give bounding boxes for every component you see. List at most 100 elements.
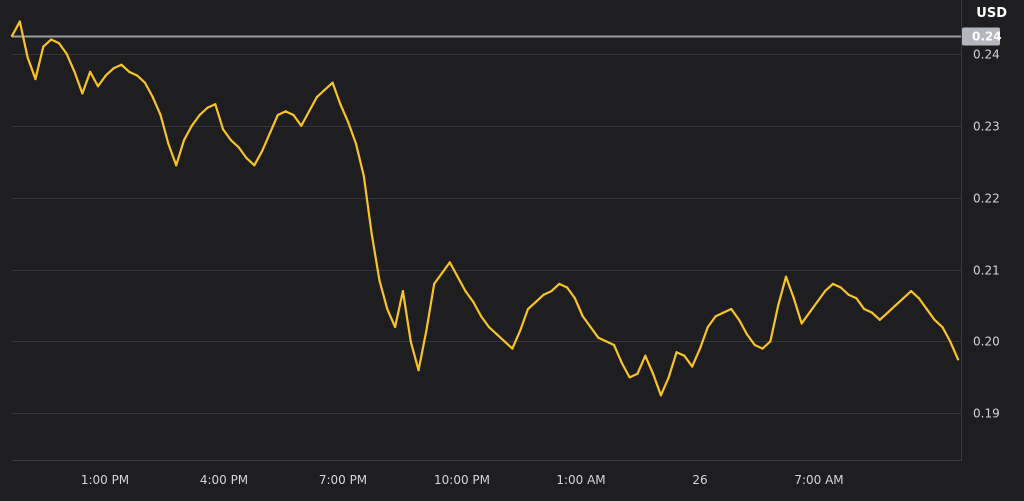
price-point bbox=[26, 56, 29, 59]
price-point bbox=[691, 365, 694, 368]
price-point bbox=[10, 34, 14, 38]
price-point bbox=[667, 376, 670, 379]
price-point bbox=[401, 289, 405, 293]
price-point bbox=[120, 63, 123, 66]
price-point bbox=[675, 351, 678, 354]
price-point bbox=[464, 289, 467, 293]
price-point bbox=[57, 42, 61, 45]
price-point bbox=[34, 77, 37, 81]
price-point bbox=[816, 300, 819, 303]
price-point bbox=[182, 139, 186, 142]
price-point bbox=[565, 286, 569, 289]
price-point bbox=[237, 146, 240, 149]
price-point bbox=[847, 293, 850, 296]
price-point bbox=[730, 307, 733, 311]
y-tick-label: 0.24 bbox=[973, 48, 1000, 62]
price-point bbox=[511, 347, 514, 350]
price-point bbox=[112, 67, 115, 70]
price-point bbox=[526, 307, 530, 311]
price-point bbox=[863, 307, 866, 311]
price-point bbox=[448, 261, 451, 264]
price-point bbox=[855, 297, 858, 300]
price-point bbox=[659, 394, 663, 397]
price-point bbox=[777, 304, 780, 307]
price-point bbox=[300, 124, 303, 127]
price-point bbox=[636, 372, 639, 375]
price-point bbox=[221, 128, 225, 131]
price-point bbox=[198, 113, 201, 117]
price-point bbox=[831, 282, 835, 286]
price-point bbox=[683, 354, 686, 357]
price-point bbox=[135, 74, 139, 77]
price-point bbox=[612, 343, 616, 347]
price-point bbox=[605, 340, 608, 343]
x-tick-label: 4:00 PM bbox=[200, 473, 248, 487]
price-point bbox=[206, 106, 209, 109]
price-point bbox=[886, 311, 889, 314]
price-point bbox=[949, 340, 952, 343]
price-point bbox=[159, 113, 162, 117]
price-point bbox=[253, 164, 256, 167]
price-point bbox=[925, 307, 928, 311]
price-point bbox=[878, 318, 881, 321]
price-point bbox=[597, 336, 600, 339]
x-tick-label: 1:00 AM bbox=[556, 473, 605, 487]
price-point bbox=[769, 340, 772, 343]
price-point bbox=[276, 113, 279, 117]
price-point bbox=[18, 20, 21, 23]
price-point bbox=[573, 297, 577, 300]
price-point bbox=[409, 340, 412, 343]
price-point bbox=[761, 347, 764, 350]
y-tick-label: 0.20 bbox=[973, 335, 1000, 349]
price-point bbox=[354, 142, 358, 145]
price-point bbox=[214, 103, 217, 106]
price-point bbox=[479, 315, 483, 318]
price-point bbox=[698, 347, 702, 350]
price-point bbox=[229, 139, 233, 142]
price-point bbox=[378, 279, 381, 282]
price-point bbox=[714, 315, 717, 318]
price-point bbox=[175, 164, 178, 167]
price-point bbox=[315, 95, 319, 99]
price-point bbox=[245, 157, 248, 160]
price-point bbox=[73, 70, 76, 73]
price-point bbox=[808, 311, 811, 314]
price-point bbox=[956, 358, 960, 361]
price-point bbox=[472, 300, 475, 303]
price-point bbox=[941, 325, 944, 329]
price-point bbox=[323, 88, 326, 91]
price-point bbox=[89, 70, 92, 73]
price-point bbox=[307, 110, 311, 113]
price-point bbox=[503, 340, 506, 343]
price-point bbox=[558, 282, 561, 286]
price-point bbox=[143, 81, 147, 84]
price-point bbox=[42, 45, 45, 48]
price-point bbox=[839, 286, 842, 289]
price-point bbox=[651, 372, 655, 375]
price-point bbox=[292, 113, 295, 117]
current-price-tag-label: 0.24 bbox=[972, 30, 1002, 44]
price-point bbox=[261, 149, 264, 153]
price-point bbox=[284, 110, 287, 113]
price-point bbox=[909, 289, 913, 293]
price-point bbox=[167, 142, 170, 145]
price-point bbox=[644, 354, 647, 357]
y-tick-label: 0.22 bbox=[973, 192, 1000, 206]
price-point bbox=[620, 361, 623, 365]
price-point bbox=[784, 275, 788, 278]
price-point bbox=[581, 315, 584, 318]
price-point bbox=[393, 325, 397, 329]
price-point bbox=[823, 289, 827, 293]
x-tick-label: 26 bbox=[692, 473, 707, 487]
price-point bbox=[933, 318, 936, 321]
price-point bbox=[706, 325, 709, 329]
price-point bbox=[792, 297, 795, 300]
price-point bbox=[49, 38, 53, 41]
price-point bbox=[870, 311, 874, 314]
price-point bbox=[65, 52, 68, 56]
price-point bbox=[425, 329, 428, 332]
price-point bbox=[96, 85, 100, 88]
price-point bbox=[628, 376, 631, 379]
price-point bbox=[128, 70, 131, 73]
price-point bbox=[722, 311, 725, 314]
